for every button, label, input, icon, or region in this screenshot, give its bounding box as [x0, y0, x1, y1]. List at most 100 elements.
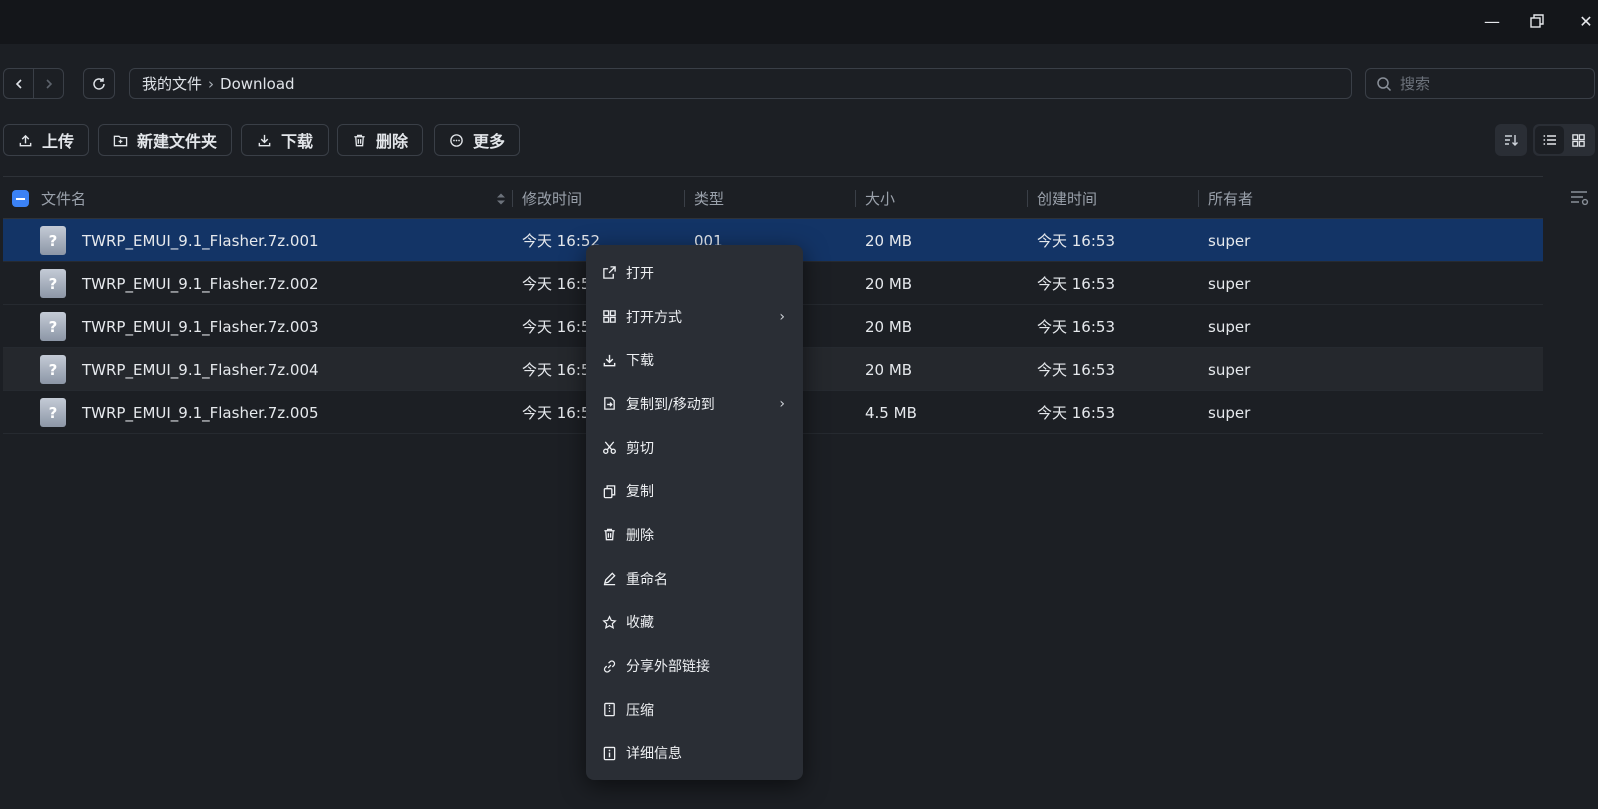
delete-button[interactable]: 删除: [337, 124, 423, 156]
file-name: TWRP_EMUI_9.1_Flasher.7z.002: [82, 274, 319, 293]
upload-icon: [19, 134, 32, 146]
breadcrumb[interactable]: 我的文件 › Download: [129, 68, 1352, 99]
column-header-type[interactable]: 类型: [694, 177, 724, 220]
file-name: TWRP_EMUI_9.1_Flasher.7z.004: [82, 360, 319, 379]
download-button[interactable]: 下载: [241, 124, 329, 156]
delete-label: 删除: [375, 132, 408, 151]
grid-icon: [1572, 133, 1585, 147]
breadcrumb-separator: ›: [208, 74, 215, 93]
unknown-file-icon: ?: [40, 226, 66, 255]
select-all-checkbox[interactable]: [12, 190, 29, 207]
menu-item-download[interactable]: 下载: [586, 338, 803, 382]
menu-item-compress[interactable]: 压缩: [586, 688, 803, 732]
chevron-right-icon: ›: [779, 308, 785, 325]
created-time: 今天 16:53: [1037, 232, 1115, 250]
column-settings-icon: [1571, 191, 1589, 206]
download-icon: [603, 354, 616, 367]
sort-button[interactable]: [1495, 124, 1527, 156]
column-header-modified[interactable]: 修改时间: [522, 177, 582, 220]
menu-item-delete[interactable]: 删除: [586, 513, 803, 557]
new-folder-button[interactable]: 新建文件夹: [98, 124, 232, 156]
grid-view-button[interactable]: [1564, 126, 1593, 154]
list-icon: [1542, 135, 1556, 145]
new-folder-icon: [113, 135, 128, 146]
menu-item-label: 剪切: [626, 440, 654, 457]
scissors-icon: [603, 441, 616, 455]
menu-item-copy[interactable]: 复制: [586, 469, 803, 513]
menu-item-label: 详细信息: [626, 746, 682, 763]
created-time: 今天 16:53: [1037, 404, 1115, 422]
menu-item-label: 复制: [626, 484, 654, 501]
info-icon: [603, 746, 616, 761]
owner: super: [1208, 360, 1251, 379]
link-icon: [603, 659, 616, 673]
minimize-icon: —: [1484, 11, 1500, 31]
menu-item-rename[interactable]: 重命名: [586, 557, 803, 601]
menu-item-share-link[interactable]: 分享外部链接: [586, 644, 803, 688]
search-icon: [1377, 76, 1392, 91]
maximize-button[interactable]: [1517, 6, 1557, 36]
breadcrumb-root[interactable]: 我的文件: [142, 73, 202, 94]
menu-item-label: 收藏: [626, 615, 654, 632]
download-icon: [258, 134, 271, 146]
menu-item-label: 删除: [626, 527, 654, 544]
column-header-owner[interactable]: 所有者: [1208, 177, 1253, 220]
modified-time: 今天 16:5: [522, 275, 591, 293]
created-time: 今天 16:53: [1037, 361, 1115, 379]
more-button[interactable]: 更多: [434, 124, 520, 156]
context-menu: 打开 打开方式 › 下载 复制到/移动到 › 剪切 复制 删除 重命名 收藏 分…: [586, 245, 803, 780]
modified-time: 今天 16:5: [522, 404, 591, 422]
unknown-file-icon: ?: [40, 312, 66, 341]
modified-time: 今天 16:5: [522, 318, 591, 336]
menu-item-label: 下载: [626, 353, 654, 370]
created-time: 今天 16:53: [1037, 318, 1115, 336]
column-header-size[interactable]: 大小: [865, 177, 895, 220]
file-size: 4.5 MB: [865, 403, 917, 422]
column-header-name[interactable]: 文件名: [41, 177, 86, 220]
menu-item-favorite[interactable]: 收藏: [586, 601, 803, 645]
menu-item-open-with[interactable]: 打开方式 ›: [586, 295, 803, 339]
file-name: TWRP_EMUI_9.1_Flasher.7z.005: [82, 403, 319, 422]
table-header: 文件名 修改时间 类型 大小 创建时间 所有者: [3, 176, 1543, 219]
column-settings-button[interactable]: [1570, 189, 1590, 211]
archive-icon: [604, 702, 615, 717]
search-box: [1365, 68, 1595, 99]
minimize-button[interactable]: —: [1472, 6, 1512, 36]
breadcrumb-current[interactable]: Download: [220, 75, 295, 93]
file-name: TWRP_EMUI_9.1_Flasher.7z.001: [82, 231, 319, 250]
move-to-icon: [604, 397, 615, 411]
refresh-button[interactable]: [83, 68, 115, 99]
owner: super: [1208, 231, 1251, 250]
close-button[interactable]: ✕: [1566, 6, 1598, 36]
owner: super: [1208, 274, 1251, 293]
file-size: 20 MB: [865, 231, 913, 250]
trash-icon: [604, 529, 615, 541]
upload-button[interactable]: 上传: [3, 124, 89, 156]
name-sort-icon[interactable]: [496, 177, 506, 220]
menu-item-open[interactable]: 打开: [586, 251, 803, 295]
chevron-right-icon: [45, 78, 52, 89]
menu-item-cut[interactable]: 剪切: [586, 426, 803, 470]
pencil-icon: [603, 572, 616, 586]
file-name: TWRP_EMUI_9.1_Flasher.7z.003: [82, 317, 319, 336]
menu-item-label: 重命名: [626, 571, 668, 588]
column-header-created[interactable]: 创建时间: [1037, 177, 1097, 220]
list-view-button[interactable]: [1535, 126, 1564, 154]
star-icon: [602, 615, 617, 629]
owner: super: [1208, 403, 1251, 422]
copy-icon: [603, 485, 616, 499]
chevron-left-icon: [15, 78, 22, 89]
owner: super: [1208, 317, 1251, 336]
chevron-right-icon: ›: [779, 395, 785, 412]
back-button[interactable]: [4, 69, 33, 98]
search-input[interactable]: [1400, 74, 1580, 93]
menu-item-label: 压缩: [626, 702, 654, 719]
more-icon: [450, 133, 463, 147]
forward-button[interactable]: [33, 69, 63, 98]
unknown-file-icon: ?: [40, 398, 66, 427]
unknown-file-icon: ?: [40, 269, 66, 298]
menu-item-label: 打开方式: [626, 309, 682, 326]
menu-item-details[interactable]: 详细信息: [586, 732, 803, 776]
menu-item-copy-move-to[interactable]: 复制到/移动到 ›: [586, 382, 803, 426]
file-size: 20 MB: [865, 317, 913, 336]
